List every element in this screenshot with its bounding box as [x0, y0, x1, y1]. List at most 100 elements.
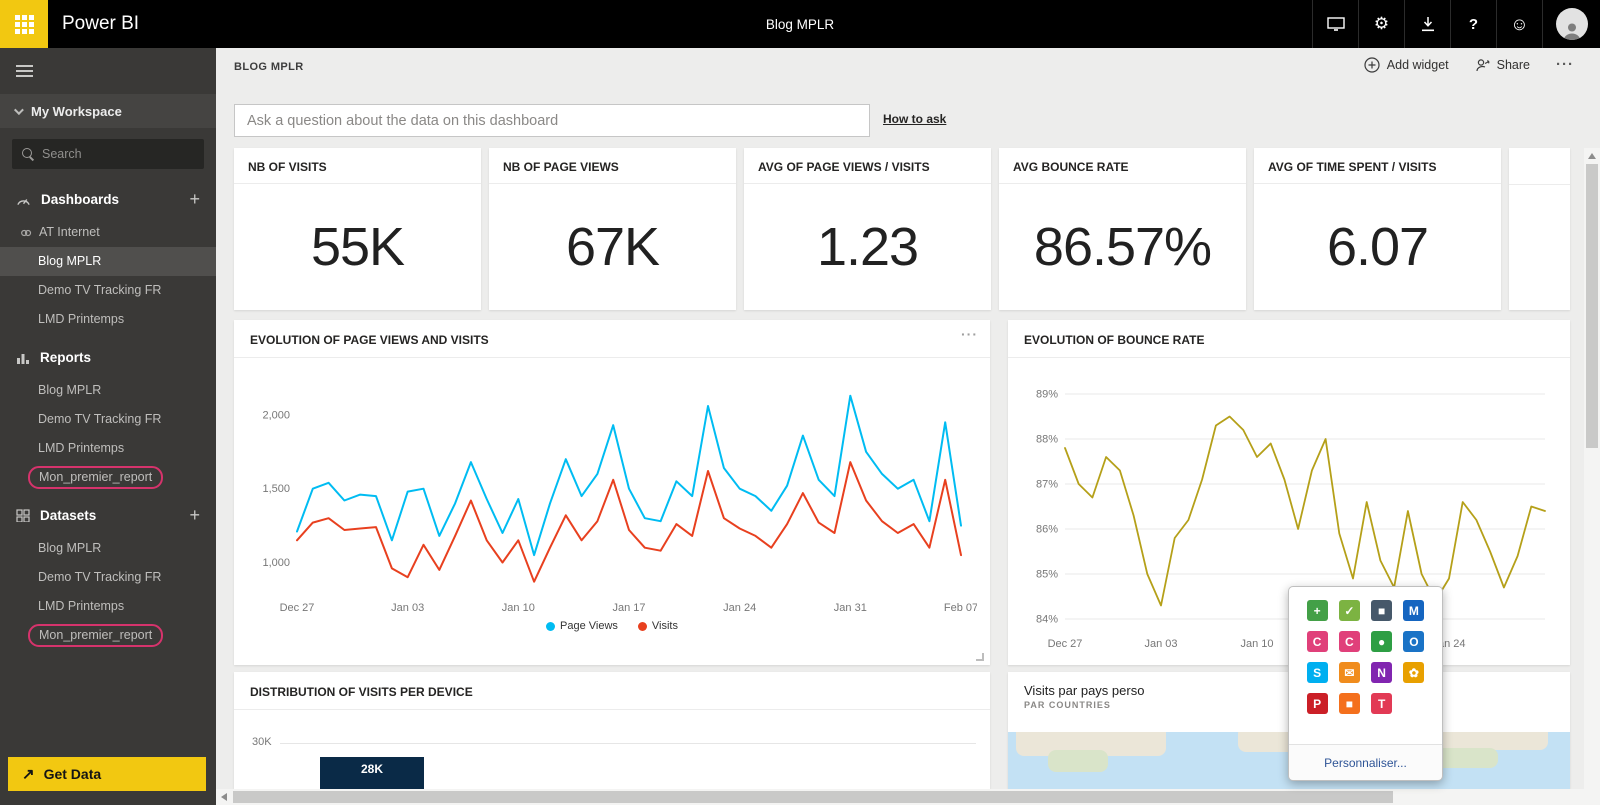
section-dashboards[interactable]: Dashboards + — [0, 180, 216, 218]
qa-question-input[interactable] — [234, 104, 870, 137]
add-widget-button[interactable]: Add widget — [1364, 57, 1449, 73]
scroll-left-arrow[interactable] — [216, 789, 231, 805]
kpi-title: AVG OF TIME SPENT / VISITS — [1254, 148, 1501, 184]
search-input[interactable] — [42, 147, 194, 161]
svg-text:1,000: 1,000 — [262, 557, 290, 569]
breadcrumb: BLOG MPLR — [234, 61, 304, 73]
get-data-button[interactable]: ↗ Get Data — [8, 757, 206, 791]
section-datasets[interactable]: Datasets + — [0, 496, 216, 534]
section-label: Datasets — [40, 508, 96, 523]
scroll-up-arrow[interactable] — [1584, 148, 1600, 163]
sidebar-item-blog-mplr[interactable]: Blog MPLR — [0, 376, 216, 405]
app-name: Power BI — [62, 13, 139, 35]
sidebar-item-lmd-printemps[interactable]: LMD Printemps — [0, 592, 216, 621]
share-app-red-p-icon[interactable]: P — [1307, 693, 1328, 714]
plus-circle-icon — [1364, 57, 1380, 73]
horizontal-scrollbar[interactable] — [216, 789, 1584, 805]
sidebar-item-label: LMD Printemps — [38, 592, 124, 621]
share-app-pink-ocs-icon[interactable]: C — [1307, 631, 1328, 652]
sidebar-collapse-button[interactable] — [0, 48, 216, 94]
vertical-scroll-thumb[interactable] — [1586, 164, 1598, 448]
tile-title: EVOLUTION OF PAGE VIEWS AND VISITS ··· — [234, 320, 990, 358]
sidebar-item-blog-mplr[interactable]: Blog MPLR — [0, 534, 216, 563]
add-dataset-button[interactable]: + — [189, 506, 200, 524]
add-widget-label: Add widget — [1387, 58, 1449, 72]
tile-more-icon[interactable]: ··· — [961, 326, 978, 342]
device-bar[interactable]: 28K — [320, 757, 424, 789]
kpi-title — [1509, 148, 1570, 185]
sidebar-item-mon-premier-report[interactable]: Mon_premier_report — [0, 463, 216, 492]
resize-handle-icon[interactable] — [976, 653, 984, 661]
reports-list: Blog MPLRDemo TV Tracking FRLMD Printemp… — [0, 376, 216, 492]
legend-item: Page Views — [546, 620, 618, 632]
avatar — [1556, 8, 1588, 40]
sidebar-item-lmd-printemps[interactable]: LMD Printemps — [0, 434, 216, 463]
section-label: Dashboards — [41, 192, 119, 207]
share-app-red-t-icon[interactable]: T — [1371, 693, 1392, 714]
workspace-selector[interactable]: My Workspace — [0, 94, 216, 128]
sidebar-item-demo-tv-tracking-fr[interactable]: Demo TV Tracking FR — [0, 563, 216, 592]
share-app-pink-ocs2-icon[interactable]: C — [1339, 631, 1360, 652]
sidebar-item-label: Blog MPLR — [38, 534, 101, 563]
svg-text:Jan 10: Jan 10 — [1240, 638, 1273, 650]
sidebar-item-blog-mplr[interactable]: Blog MPLR — [0, 247, 216, 276]
bar-value-label: 28K — [361, 762, 383, 789]
sidebar-item-at-internet[interactable]: AT Internet — [0, 218, 216, 247]
sidebar-search — [12, 139, 204, 169]
share-app-outlook-icon[interactable]: O — [1403, 631, 1424, 652]
kpi-card[interactable]: AVG OF TIME SPENT / VISITS6.07 — [1254, 148, 1501, 310]
visits-device-tile[interactable]: DISTRIBUTION OF VISITS PER DEVICE 30K 28… — [234, 672, 990, 789]
kpi-card[interactable]: AVG BOUNCE RATE86.57% — [999, 148, 1246, 310]
app-launcher-button[interactable] — [0, 0, 48, 48]
share-app-globe-icon[interactable]: ● — [1371, 631, 1392, 652]
help-button[interactable]: ? — [1450, 0, 1496, 48]
pageviews-visits-tile[interactable]: EVOLUTION OF PAGE VIEWS AND VISITS ··· 1… — [234, 320, 990, 665]
share-app-blue-m-icon[interactable]: M — [1403, 600, 1424, 621]
kpi-row: NB OF VISITS55KNB OF PAGE VIEWS67KAVG OF… — [234, 148, 1570, 310]
share-app-green-plus-icon[interactable]: + — [1307, 600, 1328, 621]
how-to-ask-link[interactable]: How to ask — [883, 112, 946, 126]
kpi-card[interactable]: NB OF VISITS55K — [234, 148, 481, 310]
diagonal-arrow-icon: ↗ — [22, 765, 35, 783]
topbar-actions: ⚙ ? ☺ — [1312, 0, 1600, 48]
get-data-label: Get Data — [44, 766, 102, 782]
share-button[interactable]: Share — [1475, 58, 1530, 72]
kpi-value: 1.23 — [744, 184, 991, 310]
dashboards-icon — [16, 193, 31, 206]
horizontal-scroll-thumb[interactable] — [233, 791, 1393, 803]
settings-button[interactable]: ⚙ — [1358, 0, 1404, 48]
account-button[interactable] — [1542, 0, 1600, 48]
feedback-button[interactable]: ☺ — [1496, 0, 1542, 48]
popup-footer: Personnaliser... — [1289, 744, 1442, 780]
kpi-card[interactable]: NB OF PAGE VIEWS67K — [489, 148, 736, 310]
share-app-purple-n-icon[interactable]: N — [1371, 662, 1392, 683]
chevron-down-icon — [14, 105, 24, 115]
share-app-mail-icon[interactable]: ✉ — [1339, 662, 1360, 683]
sidebar: My Workspace Dashboards + AT InternetBlo… — [0, 48, 216, 805]
share-app-orange-icon[interactable]: ■ — [1339, 693, 1360, 714]
add-dashboard-button[interactable]: + — [189, 190, 200, 208]
section-reports[interactable]: Reports — [0, 338, 216, 376]
y-axis-tick-label: 30K — [252, 736, 272, 748]
customize-link[interactable]: Personnaliser... — [1324, 756, 1407, 770]
waffle-icon — [15, 15, 34, 34]
svg-text:Feb 07: Feb 07 — [944, 602, 977, 614]
kpi-value: 86.57% — [999, 184, 1246, 310]
share-app-skype-icon[interactable]: S — [1307, 662, 1328, 683]
fullscreen-button[interactable] — [1312, 0, 1358, 48]
download-icon — [1421, 17, 1435, 32]
download-button[interactable] — [1404, 0, 1450, 48]
share-app-slate-icon[interactable]: ■ — [1371, 600, 1392, 621]
share-app-green-check-icon[interactable]: ✓ — [1339, 600, 1360, 621]
vertical-scrollbar[interactable] — [1584, 148, 1600, 789]
share-app-flower-icon[interactable]: ✿ — [1403, 662, 1424, 683]
kpi-card[interactable]: AVG OF PAGE VIEWS / VISITS1.23 — [744, 148, 991, 310]
sidebar-item-demo-tv-tracking-fr[interactable]: Demo TV Tracking FR — [0, 405, 216, 434]
svg-text:Jan 03: Jan 03 — [391, 602, 424, 614]
kpi-card-partial[interactable] — [1509, 148, 1570, 310]
sidebar-item-mon-premier-report[interactable]: Mon_premier_report — [0, 621, 216, 650]
more-options-icon[interactable]: ··· — [1556, 56, 1574, 73]
tile-title: DISTRIBUTION OF VISITS PER DEVICE — [234, 672, 990, 710]
sidebar-item-lmd-printemps[interactable]: LMD Printemps — [0, 305, 216, 334]
sidebar-item-demo-tv-tracking-fr[interactable]: Demo TV Tracking FR — [0, 276, 216, 305]
